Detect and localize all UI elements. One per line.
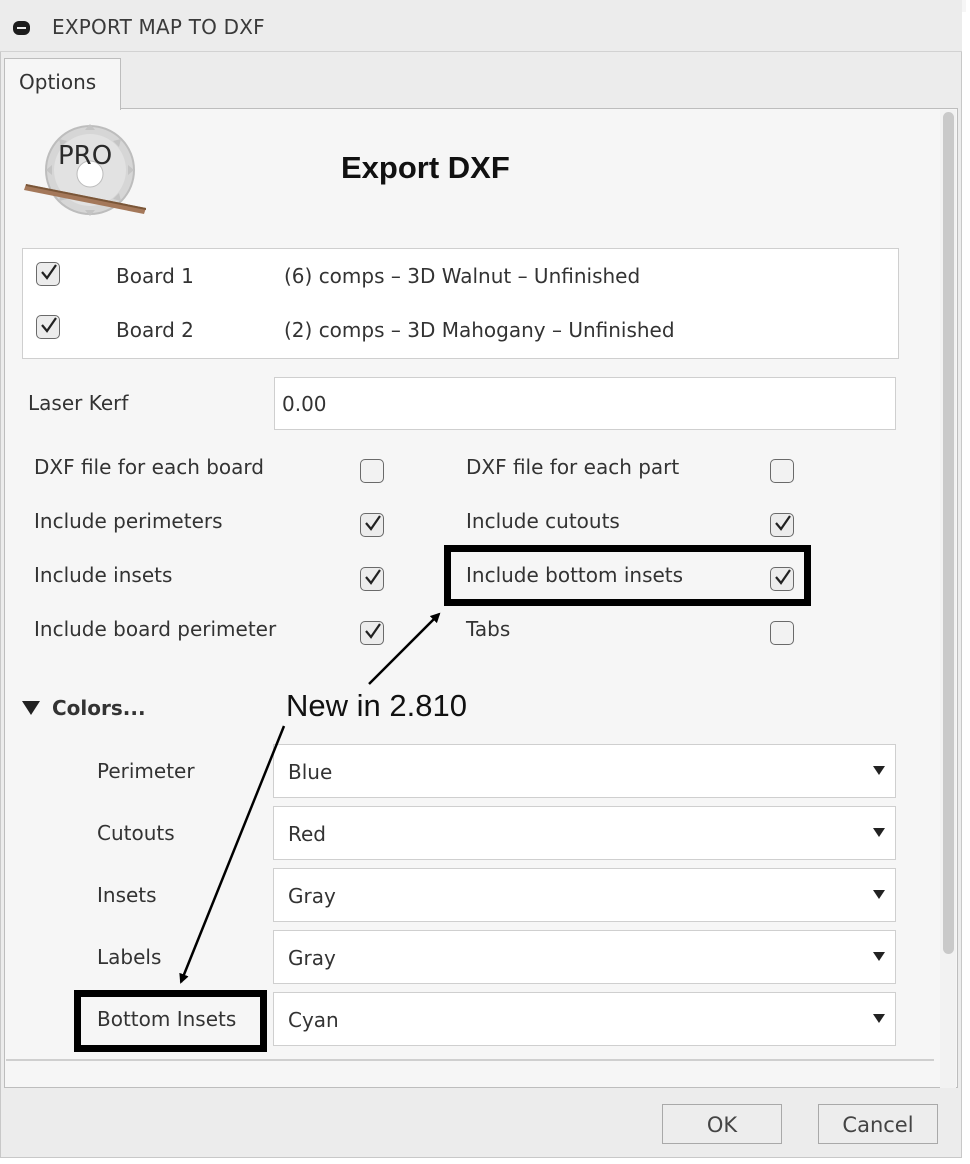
include-cutouts-checkbox[interactable] — [770, 513, 794, 537]
bottom-insets-color-select[interactable]: Cyan — [273, 992, 896, 1046]
tab-options[interactable]: Options — [4, 58, 121, 110]
ok-button-label: OK — [706, 1113, 738, 1137]
checkmark-icon — [41, 317, 57, 333]
board-name: Board 1 — [116, 264, 194, 288]
expand-triangle-icon[interactable] — [22, 701, 40, 715]
checkmark-icon — [775, 515, 791, 531]
dropdown-arrow-icon — [873, 1014, 885, 1023]
annotation-text: New in 2.810 — [286, 688, 467, 723]
labels-color-select[interactable]: Gray — [273, 930, 896, 984]
ok-button[interactable]: OK — [662, 1104, 782, 1144]
board-list: Board 1 (6) comps – 3D Walnut – Unfinish… — [22, 248, 899, 359]
select-value: Cyan — [288, 1008, 339, 1032]
select-value: Red — [288, 822, 326, 846]
dropdown-arrow-icon — [873, 766, 885, 775]
dxf-each-board-label: DXF file for each board — [34, 455, 264, 479]
board-name: Board 2 — [116, 318, 194, 342]
board-2-checkbox[interactable] — [36, 315, 60, 339]
include-board-perimeter-label: Include board perimeter — [34, 617, 277, 641]
include-insets-checkbox[interactable] — [360, 567, 384, 591]
perimeter-color-select[interactable]: Blue — [273, 744, 896, 798]
dxf-each-part-label: DXF file for each part — [466, 455, 680, 479]
highlight-box-bottom-insets-option — [444, 545, 811, 606]
dropdown-arrow-icon — [873, 952, 885, 961]
scrollbar-thumb[interactable] — [943, 112, 954, 954]
board-1-checkbox[interactable] — [36, 262, 60, 286]
board-description: (2) comps – 3D Mahogany – Unfinished — [284, 318, 675, 342]
select-value: Blue — [288, 760, 333, 784]
cancel-button[interactable]: Cancel — [818, 1104, 938, 1144]
colors-section-toggle[interactable]: Colors... — [52, 696, 146, 720]
cutouts-color-select[interactable]: Red — [273, 806, 896, 860]
select-value: Gray — [288, 946, 336, 970]
laser-kerf-label: Laser Kerf — [28, 391, 129, 415]
checkmark-icon — [41, 264, 57, 280]
window-menu-icon[interactable] — [13, 21, 30, 35]
labels-color-label: Labels — [97, 945, 162, 969]
svg-text:PRO: PRO — [58, 141, 112, 171]
page-title: Export DXF — [341, 150, 510, 185]
title-bar[interactable]: EXPORT MAP TO DXF — [0, 0, 962, 52]
perimeter-color-label: Perimeter — [97, 759, 195, 783]
insets-color-select[interactable]: Gray — [273, 868, 896, 922]
dialog-footer — [4, 1088, 958, 1156]
highlight-box-bottom-insets-color — [74, 990, 267, 1052]
select-value: Gray — [288, 884, 336, 908]
include-cutouts-label: Include cutouts — [466, 509, 620, 533]
window-title: EXPORT MAP TO DXF — [52, 15, 265, 39]
checkmark-icon — [365, 623, 381, 639]
insets-color-label: Insets — [97, 883, 157, 907]
laser-kerf-input[interactable]: 0.00 — [274, 377, 896, 430]
dropdown-arrow-icon — [873, 890, 885, 899]
cancel-button-label: Cancel — [842, 1113, 914, 1137]
laser-kerf-value: 0.00 — [282, 392, 327, 416]
checkmark-icon — [365, 515, 381, 531]
dxf-each-board-checkbox[interactable] — [360, 459, 384, 483]
dropdown-arrow-icon — [873, 828, 885, 837]
include-insets-label: Include insets — [34, 563, 173, 587]
divider — [6, 1059, 934, 1061]
dxf-each-part-checkbox[interactable] — [770, 459, 794, 483]
tab-options-label: Options — [19, 70, 97, 94]
include-perimeters-checkbox[interactable] — [360, 513, 384, 537]
tabs-checkbox[interactable] — [770, 621, 794, 645]
cutouts-color-label: Cutouts — [97, 821, 175, 845]
include-perimeters-label: Include perimeters — [34, 509, 223, 533]
board-row[interactable]: Board 1 (6) comps – 3D Walnut – Unfinish… — [23, 249, 898, 303]
checkmark-icon — [365, 569, 381, 585]
tabs-label: Tabs — [466, 617, 511, 641]
include-board-perimeter-checkbox[interactable] — [360, 621, 384, 645]
board-row[interactable]: Board 2 (2) comps – 3D Mahogany – Unfini… — [23, 303, 898, 357]
board-description: (6) comps – 3D Walnut – Unfinished — [284, 264, 641, 288]
saw-blade-pro-logo-icon: PRO — [24, 124, 146, 216]
